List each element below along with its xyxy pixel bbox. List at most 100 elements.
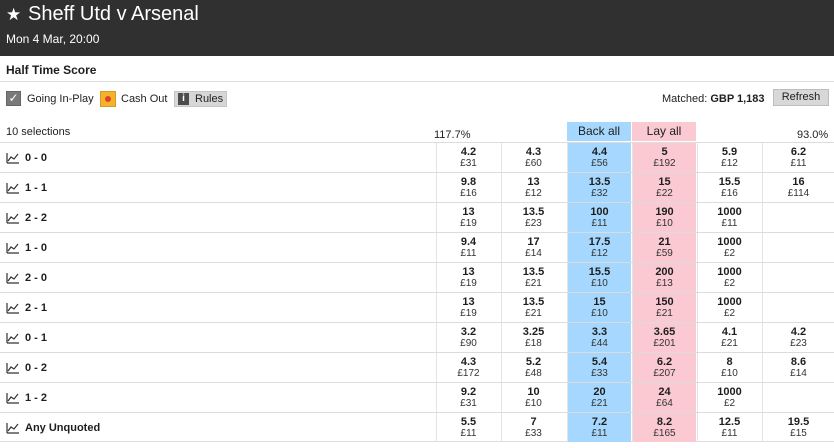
rules-button[interactable]: i Rules — [174, 91, 227, 107]
price-cell-lay-3[interactable] — [762, 203, 834, 232]
price-stake: £10 — [591, 308, 608, 319]
price-cell-back-2[interactable]: 17 £14 — [501, 233, 565, 262]
price-cell-lay-2[interactable]: 5.9 £12 — [697, 143, 761, 172]
price-stake: £11 — [460, 428, 477, 439]
price-cell-back-2[interactable]: 13.5 £21 — [501, 293, 565, 322]
price-cell-back-best[interactable]: 20 £21 — [567, 383, 631, 412]
price-cell-lay-best[interactable]: 21 £59 — [632, 233, 696, 262]
price-stake: £165 — [653, 428, 676, 439]
market-chart-icon[interactable] — [6, 302, 20, 314]
info-icon: i — [178, 93, 189, 105]
price-cell-back-3[interactable]: 9.8 £16 — [436, 173, 500, 202]
price-cell-back-2[interactable]: 10 £10 — [501, 383, 565, 412]
runner-label: 1 - 2 — [25, 391, 48, 404]
price-stake: £11 — [790, 158, 807, 169]
price-cell-back-best[interactable]: 100 £11 — [567, 203, 631, 232]
price-cell-lay-2[interactable]: 1000 £2 — [697, 293, 761, 322]
runner-name[interactable]: 1 - 1 — [6, 173, 47, 202]
price-cell-lay-best[interactable]: 150 £21 — [632, 293, 696, 322]
price-cell-back-2[interactable]: 13.5 £23 — [501, 203, 565, 232]
runner-name[interactable]: 2 - 2 — [6, 203, 47, 232]
market-chart-icon[interactable] — [6, 272, 20, 284]
price-cell-back-best[interactable]: 5.4 £33 — [567, 353, 631, 382]
runner-name[interactable]: 2 - 1 — [6, 293, 47, 322]
runner-name[interactable]: 0 - 2 — [6, 353, 47, 382]
price-cell-lay-2[interactable]: 8 £10 — [697, 353, 761, 382]
price-cell-lay-3[interactable]: 4.2 £23 — [762, 323, 834, 352]
price-cell-lay-3[interactable]: 19.5 £15 — [762, 413, 834, 442]
price-cell-lay-2[interactable]: 1000 £2 — [697, 233, 761, 262]
going-inplay-checkbox[interactable]: ✓ — [6, 91, 21, 106]
price-cell-lay-3[interactable]: 8.6 £14 — [762, 353, 834, 382]
price-cell-back-2[interactable]: 4.3 £60 — [501, 143, 565, 172]
price-cell-back-3[interactable]: 9.2 £31 — [436, 383, 500, 412]
price-cell-lay-best[interactable]: 190 £10 — [632, 203, 696, 232]
price-cell-lay-3[interactable] — [762, 293, 834, 322]
price-cell-lay-2[interactable]: 4.1 £21 — [697, 323, 761, 352]
price-cell-lay-best[interactable]: 6.2 £207 — [632, 353, 696, 382]
price-cell-lay-best[interactable]: 5 £192 — [632, 143, 696, 172]
price-cell-back-2[interactable]: 5.2 £48 — [501, 353, 565, 382]
lay-all-button[interactable]: Lay all — [632, 122, 696, 141]
price-cell-lay-2[interactable]: 1000 £2 — [697, 383, 761, 412]
price-odds: 3.3 — [591, 326, 608, 338]
price-cell-back-3[interactable]: 3.2 £90 — [436, 323, 500, 352]
price-cell-back-best[interactable]: 7.2 £11 — [567, 413, 631, 442]
price-cell-lay-best[interactable]: 15 £22 — [632, 173, 696, 202]
market-chart-icon[interactable] — [6, 422, 20, 434]
price-cell-back-2[interactable]: 13 £12 — [501, 173, 565, 202]
price-odds: 15.5 — [588, 266, 611, 278]
price-cell-back-3[interactable]: 9.4 £11 — [436, 233, 500, 262]
price-cell-lay-2[interactable]: 1000 £11 — [697, 203, 761, 232]
price-cell-back-3[interactable]: 4.2 £31 — [436, 143, 500, 172]
price-cell-back-best[interactable]: 4.4 £56 — [567, 143, 631, 172]
price-cell-back-2[interactable]: 3.25 £18 — [501, 323, 565, 352]
price-cell-lay-3[interactable]: 16 £114 — [762, 173, 834, 202]
price-cell-back-best[interactable]: 13.5 £32 — [567, 173, 631, 202]
runner-name[interactable]: 0 - 0 — [6, 143, 47, 172]
price-cell-back-best[interactable]: 3.3 £44 — [567, 323, 631, 352]
price-cell-back-best[interactable]: 15 £10 — [567, 293, 631, 322]
price-cell-back-3[interactable]: 13 £19 — [436, 203, 500, 232]
price-cell-lay-best[interactable]: 200 £13 — [632, 263, 696, 292]
price-cell-back-3[interactable]: 13 £19 — [436, 263, 500, 292]
price-cell-lay-best[interactable]: 3.65 £201 — [632, 323, 696, 352]
star-icon[interactable]: ★ — [6, 5, 21, 25]
market-chart-icon[interactable] — [6, 182, 20, 194]
market-chart-icon[interactable] — [6, 392, 20, 404]
runner-name[interactable]: 2 - 0 — [6, 263, 47, 292]
price-cell-back-2[interactable]: 7 £33 — [501, 413, 565, 442]
market-chart-icon[interactable] — [6, 362, 20, 374]
price-odds: 8.6 — [790, 356, 807, 368]
runner-name[interactable]: 0 - 1 — [6, 323, 47, 352]
price-cell-lay-best[interactable]: 8.2 £165 — [632, 413, 696, 442]
price-cell-back-3[interactable]: 13 £19 — [436, 293, 500, 322]
market-chart-icon[interactable] — [6, 242, 20, 254]
price-cell-lay-3[interactable] — [762, 383, 834, 412]
runner-name[interactable]: 1 - 0 — [6, 233, 47, 262]
runner-row: 2 - 0 13 £19 13.5 £21 15.5 £10 200 £13 1000 £2 — [0, 262, 834, 292]
price-stake: £59 — [656, 248, 673, 259]
price-cell-back-3[interactable]: 5.5 £11 — [436, 413, 500, 442]
price-cell-lay-3[interactable] — [762, 263, 834, 292]
refresh-button[interactable]: Refresh — [773, 89, 829, 106]
price-cell-back-best[interactable]: 15.5 £10 — [567, 263, 631, 292]
price-cell-lay-3[interactable] — [762, 233, 834, 262]
price-cell-lay-2[interactable]: 12.5 £11 — [697, 413, 761, 442]
back-all-button[interactable]: Back all — [567, 122, 631, 141]
runner-name[interactable]: 1 - 2 — [6, 383, 47, 412]
runner-name[interactable]: Any Unquoted — [6, 413, 100, 442]
market-chart-icon[interactable] — [6, 152, 20, 164]
runner-label: 0 - 1 — [25, 331, 48, 344]
price-cell-back-3[interactable]: 4.3 £172 — [436, 353, 500, 382]
price-cell-back-2[interactable]: 13.5 £21 — [501, 263, 565, 292]
price-cell-lay-best[interactable]: 24 £64 — [632, 383, 696, 412]
matched-amount: Matched: GBP 1,183 — [662, 93, 765, 105]
price-cell-lay-2[interactable]: 1000 £2 — [697, 263, 761, 292]
price-cell-back-best[interactable]: 17.5 £12 — [567, 233, 631, 262]
price-cell-lay-3[interactable]: 6.2 £11 — [762, 143, 834, 172]
market-chart-icon[interactable] — [6, 332, 20, 344]
market-chart-icon[interactable] — [6, 212, 20, 224]
price-cell-lay-2[interactable]: 15.5 £16 — [697, 173, 761, 202]
price-odds: 6.2 — [656, 356, 673, 368]
